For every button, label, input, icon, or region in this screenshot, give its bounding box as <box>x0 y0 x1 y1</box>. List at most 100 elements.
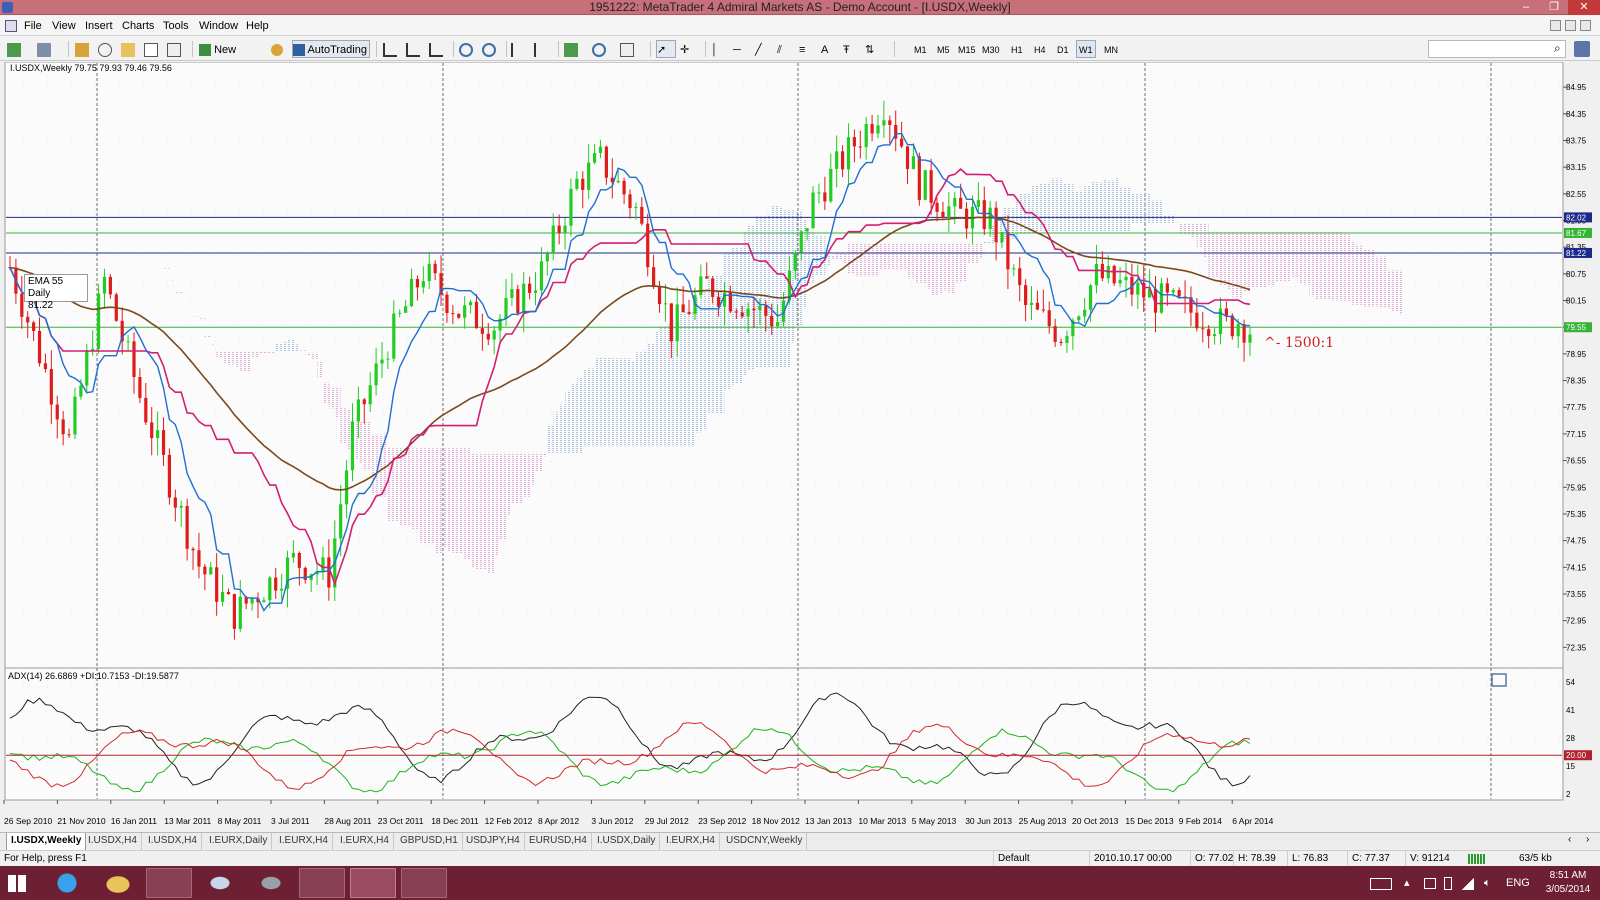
taskbar-clock[interactable]: 8:51 AM 3/05/2014 <box>1540 869 1596 897</box>
arrows-button[interactable]: ⇅ <box>864 40 888 58</box>
menu-window[interactable]: Window <box>199 16 238 36</box>
experts-button[interactable] <box>270 40 286 58</box>
timeframe-m5[interactable]: M5 <box>936 40 951 58</box>
menu-view[interactable]: View <box>52 16 76 36</box>
cloud-segment <box>647 343 654 447</box>
chart-tab[interactable]: USDJPY,H4 <box>462 833 525 850</box>
candle-body <box>628 194 632 209</box>
text-button[interactable]: A <box>820 40 838 58</box>
tray-show-hidden-icon[interactable]: ▴ <box>1404 866 1410 900</box>
trendline-button[interactable]: ╱ <box>754 40 772 58</box>
cloud-segment <box>263 350 271 354</box>
fibonacci-button[interactable]: ≡ <box>798 40 816 58</box>
tab-scroll-right-icon[interactable]: › <box>1586 834 1589 845</box>
go-app-icon[interactable] <box>401 868 447 898</box>
navigator-button[interactable] <box>120 40 140 58</box>
cloud-segment <box>494 452 501 557</box>
data-window-button[interactable] <box>97 40 117 58</box>
cloud-segment <box>275 343 282 351</box>
keyboard-icon[interactable] <box>1370 878 1392 890</box>
menu-file[interactable]: File <box>24 16 42 36</box>
bar-chart-button[interactable] <box>382 40 402 58</box>
chart-tab[interactable]: I.USDX,H4 <box>84 833 142 850</box>
battery-icon[interactable] <box>1444 877 1452 890</box>
cursor-button[interactable]: ➚ <box>656 40 676 58</box>
restore-button[interactable]: ❐ <box>1540 0 1568 15</box>
tab-scroll-left-icon[interactable]: ‹ <box>1568 834 1571 845</box>
chart-tab[interactable]: I.EURX,H4 <box>336 833 394 850</box>
line-chart-button[interactable] <box>428 40 448 58</box>
chart-tab[interactable]: I.EURX,H4 <box>662 833 720 850</box>
timeframe-m1[interactable]: M1 <box>913 40 928 58</box>
profiles-button[interactable] <box>36 40 62 58</box>
chart-shift-button[interactable] <box>533 40 553 58</box>
action-center-icon[interactable] <box>1424 878 1436 889</box>
timeframe-m15[interactable]: M15 <box>957 40 977 58</box>
timeframe-d1[interactable]: D1 <box>1056 40 1070 58</box>
chart-tab[interactable]: I.USDX,H4 <box>144 833 202 850</box>
help-button[interactable] <box>1574 41 1590 57</box>
zoom-out-button[interactable] <box>481 40 501 58</box>
horizontal-line-button[interactable]: ─ <box>732 40 750 58</box>
chart-canvas[interactable]: 84.9584.3583.7583.1582.5581.9581.3580.75… <box>0 62 1600 832</box>
autotrading-button[interactable]: AutoTrading <box>292 40 370 58</box>
windows-start-icon[interactable] <box>8 875 26 892</box>
crosshair-button[interactable]: ✛ <box>679 40 699 58</box>
chart-tab[interactable]: EURUSD,H4 <box>525 833 592 850</box>
network-signal-icon[interactable] <box>1462 878 1474 890</box>
periods-button[interactable] <box>591 40 615 58</box>
chrome-icon[interactable] <box>146 868 192 898</box>
text-label-button[interactable]: Ŧ <box>842 40 860 58</box>
chart-tab[interactable]: I.USDX,Daily <box>593 833 661 850</box>
menu-tools[interactable]: Tools <box>163 16 189 36</box>
timeframe-m30[interactable]: M30 <box>981 40 1001 58</box>
taskbar-time: 8:51 AM <box>1549 870 1587 881</box>
volume-icon[interactable]: 🔈︎ <box>1484 866 1491 900</box>
chart-tab[interactable]: I.USDX,Weekly <box>6 833 87 850</box>
menu-charts[interactable]: Charts <box>122 16 154 36</box>
new-chart-button[interactable] <box>6 40 32 58</box>
price-tick-label: 78.95 <box>1566 350 1587 359</box>
search-input[interactable] <box>1428 40 1566 58</box>
timeframe-mn[interactable]: MN <box>1103 40 1119 58</box>
tester-button[interactable] <box>166 40 186 58</box>
indicators-button[interactable] <box>563 40 587 58</box>
internet-explorer-icon[interactable] <box>44 868 90 898</box>
chart-tab[interactable]: GBPUSD,H1 <box>396 833 463 850</box>
candlestick-button[interactable] <box>405 40 425 58</box>
equidistant-channel-button[interactable]: ⫽ <box>776 40 794 58</box>
menu-help[interactable]: Help <box>246 16 269 36</box>
cloud-segment <box>1214 231 1221 278</box>
candle-body <box>374 363 378 386</box>
file-explorer-icon[interactable] <box>95 868 141 898</box>
timeframe-w1[interactable]: W1 <box>1076 40 1096 58</box>
templates-button[interactable] <box>619 40 643 58</box>
zoom-in-button[interactable] <box>458 40 478 58</box>
new-order-button[interactable]: New Order <box>198 40 264 74</box>
calculator-icon[interactable] <box>197 868 243 898</box>
chart-tab[interactable]: I.EURX,Daily <box>205 833 273 850</box>
cloud-segment <box>328 387 336 409</box>
word-icon[interactable] <box>299 868 345 898</box>
child-close-button[interactable] <box>1580 20 1591 31</box>
movie-clapper-icon[interactable] <box>248 868 294 898</box>
child-minimize-button[interactable] <box>1550 20 1561 31</box>
timeframe-h4[interactable]: H4 <box>1033 40 1047 58</box>
chart-tab[interactable]: I.EURX,H4 <box>275 833 333 850</box>
metatrader-icon[interactable] <box>350 868 396 898</box>
cloud-segment <box>860 243 867 277</box>
vertical-line-button[interactable]: │ <box>710 40 728 58</box>
candle-body <box>386 358 390 360</box>
document-icon <box>5 20 17 32</box>
market-watch-button[interactable] <box>74 40 94 58</box>
terminal-button[interactable] <box>143 40 163 58</box>
chart-tab[interactable]: USDCNY,Weekly <box>722 833 808 850</box>
close-button[interactable]: ✕ <box>1568 0 1600 15</box>
taskbar-language[interactable]: ENG <box>1506 866 1530 900</box>
menu-insert[interactable]: Insert <box>85 16 113 36</box>
minimize-button[interactable]: – <box>1512 0 1540 15</box>
timeframe-h1[interactable]: H1 <box>1010 40 1024 58</box>
auto-scroll-button[interactable] <box>510 40 530 58</box>
candle-body <box>102 276 107 294</box>
child-restore-button[interactable] <box>1565 20 1576 31</box>
